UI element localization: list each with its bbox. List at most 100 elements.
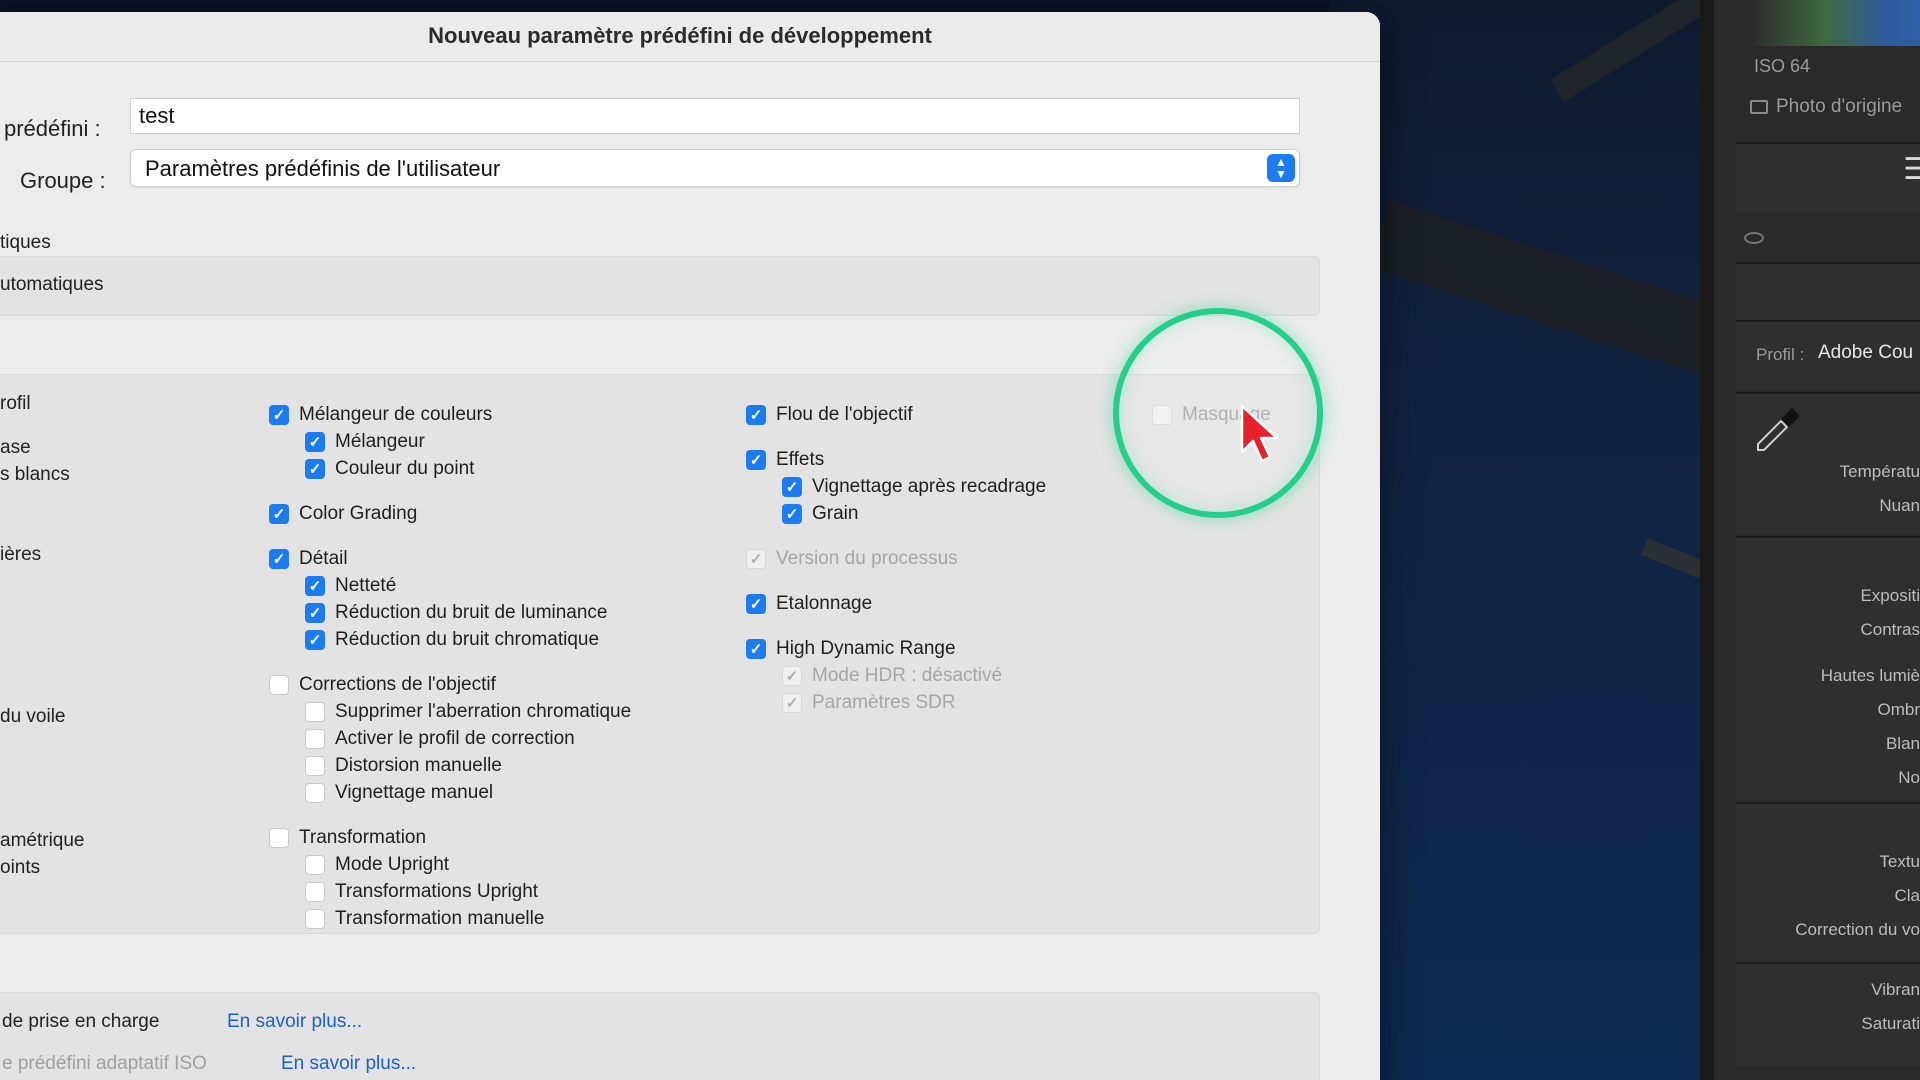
option-label: Paramètres SDR (812, 692, 956, 713)
photo-beam (1368, 200, 1700, 397)
left-label-dehaze: du voile (0, 706, 66, 727)
option-label: Transformation manuelle (335, 908, 545, 929)
option-label: Transformations Upright (335, 881, 539, 902)
checkbox[interactable]: ✓ (305, 630, 325, 650)
develop-right-panel: ISO 64 Photo d'origine ☰ Profil : Adobe … (1700, 0, 1920, 1080)
option-label: Supprimer l'aberration chromatique (335, 701, 632, 722)
checkbox[interactable]: ✓ (269, 405, 289, 425)
checkbox[interactable]: ✓ (782, 666, 802, 686)
checkbox[interactable]: ✓ (746, 450, 766, 470)
checkbox[interactable]: ✓ (305, 432, 325, 452)
option-label: Activer le profil de correction (335, 728, 575, 749)
left-label-lights: ières (0, 544, 42, 565)
option-couleur-du-point[interactable]: ✓ Couleur du point (305, 458, 474, 480)
option-label: Transformation (299, 827, 427, 848)
option-label: Détail (299, 548, 348, 569)
option-melangeur-de-couleurs[interactable]: ✓ Mélangeur de couleurs (269, 404, 492, 426)
option-activer-le-profil-de-correction[interactable]: Activer le profil de correction (305, 728, 575, 750)
option-nettete[interactable]: ✓ Netteté (305, 575, 396, 597)
checkbox[interactable]: ✓ (305, 603, 325, 623)
eyedropper-icon[interactable] (1748, 400, 1808, 460)
cursor-arrow-icon (1240, 404, 1279, 463)
histogram (1750, 0, 1920, 46)
temperature-label: Températu (1839, 462, 1920, 481)
option-label: Mode Upright (335, 854, 450, 875)
preset-name-label: prédéfini : (4, 116, 101, 141)
option-label: Flou de l'objectif (776, 404, 913, 425)
photo-lamp (1640, 538, 1700, 600)
profile-value[interactable]: Adobe Cou (1818, 342, 1913, 364)
checkbox[interactable] (305, 756, 325, 776)
panel-header-block (1736, 262, 1920, 320)
option-label: Grain (812, 503, 859, 524)
texture-label: Textu (1879, 852, 1920, 871)
option-distorsion-manuelle[interactable]: Distorsion manuelle (305, 755, 502, 777)
checkbox[interactable]: ✓ (269, 504, 289, 524)
profile-label: Profil : (1756, 345, 1805, 364)
option-vignettage-manuel[interactable]: Vignettage manuel (305, 782, 493, 804)
left-label-white-balance: s blancs (0, 464, 70, 485)
checkbox[interactable]: ✓ (746, 639, 766, 659)
option-label: Mélangeur (335, 431, 425, 452)
checkbox[interactable] (305, 702, 325, 722)
option-transformation-manuelle[interactable]: Transformation manuelle (305, 908, 544, 930)
checkbox[interactable]: ✓ (782, 504, 802, 524)
auto-settings-band (0, 256, 1320, 316)
checkbox[interactable]: ✓ (782, 693, 802, 713)
left-label-profile: rofil (0, 393, 31, 414)
option-melangeur[interactable]: ✓ Mélangeur (305, 431, 425, 453)
option-mode-upright[interactable]: Mode Upright (305, 854, 449, 876)
option-vignettage-apres-recadrage[interactable]: ✓ Vignettage après recadrage (782, 476, 1046, 498)
option-transformations-upright[interactable]: Transformations Upright (305, 881, 538, 903)
option-version-du-processus[interactable]: ✓ Version du processus (746, 548, 958, 570)
shadows-label: Ombr (1877, 700, 1920, 719)
section-partial-label: tiques (0, 232, 51, 253)
checkbox[interactable] (269, 675, 289, 695)
checkbox[interactable]: ✓ (269, 549, 289, 569)
checkbox[interactable]: ✓ (305, 459, 325, 479)
option-label: Réduction du bruit de luminance (335, 602, 608, 623)
eye-icon[interactable] (1744, 232, 1764, 244)
dialog-title: Nouveau paramètre prédéfini de développe… (0, 12, 1380, 62)
group-select[interactable]: Paramètres prédéfinis de l'utilisateur ▲… (130, 149, 1300, 187)
checkbox[interactable]: ✓ (305, 576, 325, 596)
option-effets[interactable]: ✓ Effets (746, 449, 824, 471)
option-flou-de-l-objectif[interactable]: ✓ Flou de l'objectif (746, 404, 913, 426)
checkbox[interactable] (305, 855, 325, 875)
option-mode-hdr-desactive[interactable]: ✓ Mode HDR : désactivé (782, 665, 1002, 687)
option-high-dynamic-range[interactable]: ✓ High Dynamic Range (746, 638, 956, 660)
option-grain[interactable]: ✓ Grain (782, 503, 858, 525)
checkbox[interactable] (305, 909, 325, 929)
learn-more-link[interactable]: En savoir plus... (227, 1011, 362, 1033)
option-parametres-sdr[interactable]: ✓ Paramètres SDR (782, 692, 956, 714)
learn-more-link-iso[interactable]: En savoir plus... (281, 1053, 416, 1075)
group-select-value: Paramètres prédéfinis de l'utilisateur (145, 156, 501, 181)
option-reduction-du-bruit-de-luminance[interactable]: ✓ Réduction du bruit de luminance (305, 602, 608, 624)
checkbox[interactable]: ✓ (746, 549, 766, 569)
option-color-grading[interactable]: ✓ Color Grading (269, 503, 417, 525)
clarity-label: Cla (1894, 886, 1920, 905)
checkbox[interactable] (305, 729, 325, 749)
option-etalonnage[interactable]: ✓ Etalonnage (746, 593, 872, 615)
option-label: Réduction du bruit chromatique (335, 629, 600, 650)
select-stepper-icon[interactable]: ▲ ▼ (1267, 154, 1295, 182)
preset-name-input[interactable] (130, 98, 1300, 134)
option-label: High Dynamic Range (776, 638, 956, 659)
checkbox[interactable] (305, 783, 325, 803)
original-photo-toggle[interactable]: Photo d'origine (1750, 96, 1902, 118)
option-reduction-du-bruit-chromatique[interactable]: ✓ Réduction du bruit chromatique (305, 629, 599, 651)
dehaze-label: Correction du vo (1795, 920, 1920, 939)
option-label: Etalonnage (776, 593, 873, 614)
option-supprimer-l-aberration-chromatique[interactable]: Supprimer l'aberration chromatique (305, 701, 631, 723)
highlights-label: Hautes lumiè (1820, 666, 1920, 685)
checkbox[interactable] (269, 828, 289, 848)
option-corrections-de-l-objectif[interactable]: Corrections de l'objectif (269, 674, 496, 696)
option-transformation[interactable]: Transformation (269, 827, 426, 849)
checkbox[interactable]: ✓ (782, 477, 802, 497)
checkbox[interactable] (305, 882, 325, 902)
option-detail[interactable]: ✓ Détail (269, 548, 348, 570)
checkbox[interactable]: ✓ (746, 594, 766, 614)
sliders-icon[interactable]: ☰ (1903, 152, 1920, 187)
checkbox[interactable]: ✓ (746, 405, 766, 425)
original-photo-checkbox[interactable] (1750, 100, 1768, 114)
